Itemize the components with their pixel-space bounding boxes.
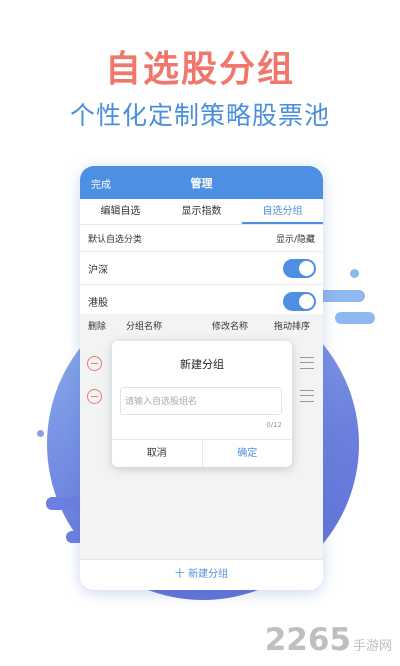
tab-edit-watchlist[interactable]: 编辑自选: [80, 199, 161, 224]
nav-bar: 完成 管理: [80, 166, 323, 199]
show-hide-label: 显示/隐藏: [275, 234, 315, 245]
decorative-dot: [37, 430, 44, 437]
group-name-input[interactable]: 请输入自选股组名: [120, 387, 282, 415]
watermark-logo: 2265 手游网: [265, 622, 392, 658]
new-group-dialog: 新建分组 请输入自选股组名 0/12 取消 确定: [112, 341, 292, 467]
col-drag-sort: 拖动排序: [274, 322, 311, 332]
visibility-toggle[interactable]: [283, 258, 316, 278]
dialog-title: 新建分组: [180, 358, 224, 371]
cancel-button[interactable]: 取消: [112, 440, 203, 467]
decorative-bar: [335, 312, 375, 324]
delete-icon[interactable]: [87, 356, 102, 371]
tab-bar: 编辑自选 显示指数 自选分组: [80, 199, 323, 225]
visibility-toggle[interactable]: [283, 291, 316, 311]
char-counter: 0/12: [266, 421, 282, 429]
dialog-actions: 取消 确定: [112, 439, 292, 467]
promo-subheadline: 个性化定制策略股票池: [69, 101, 330, 130]
promo-headline: 自选股分组: [104, 49, 295, 90]
category-label: 港股: [88, 297, 108, 309]
col-group-name: 分组名称: [126, 322, 163, 332]
tab-watchlist-groups[interactable]: 自选分组: [242, 199, 323, 224]
new-group-button[interactable]: 十 新建分组: [80, 559, 323, 590]
category-label: 沪深: [88, 264, 108, 276]
category-row-hk: 港股: [80, 284, 323, 317]
default-category-label: 默认自选分类: [88, 234, 143, 245]
default-category-header: 默认自选分类 显示/隐藏: [80, 225, 323, 251]
delete-icon[interactable]: [87, 389, 102, 404]
confirm-button[interactable]: 确定: [203, 440, 293, 467]
col-rename: 修改名称: [212, 322, 249, 332]
drag-handle-icon[interactable]: [300, 390, 314, 402]
watermark-number: 2265: [264, 622, 351, 658]
decorative-dot: [350, 269, 359, 278]
nav-title: 管理: [190, 177, 213, 190]
group-list-header: 删除 分组名称 修改名称 拖动排序: [80, 316, 323, 336]
watermark-text: 手游网: [352, 639, 392, 654]
tab-show-index[interactable]: 显示指数: [161, 199, 242, 224]
category-row-hushen: 沪深: [80, 251, 323, 284]
col-delete: 删除: [88, 322, 107, 332]
drag-handle-icon[interactable]: [300, 357, 314, 369]
